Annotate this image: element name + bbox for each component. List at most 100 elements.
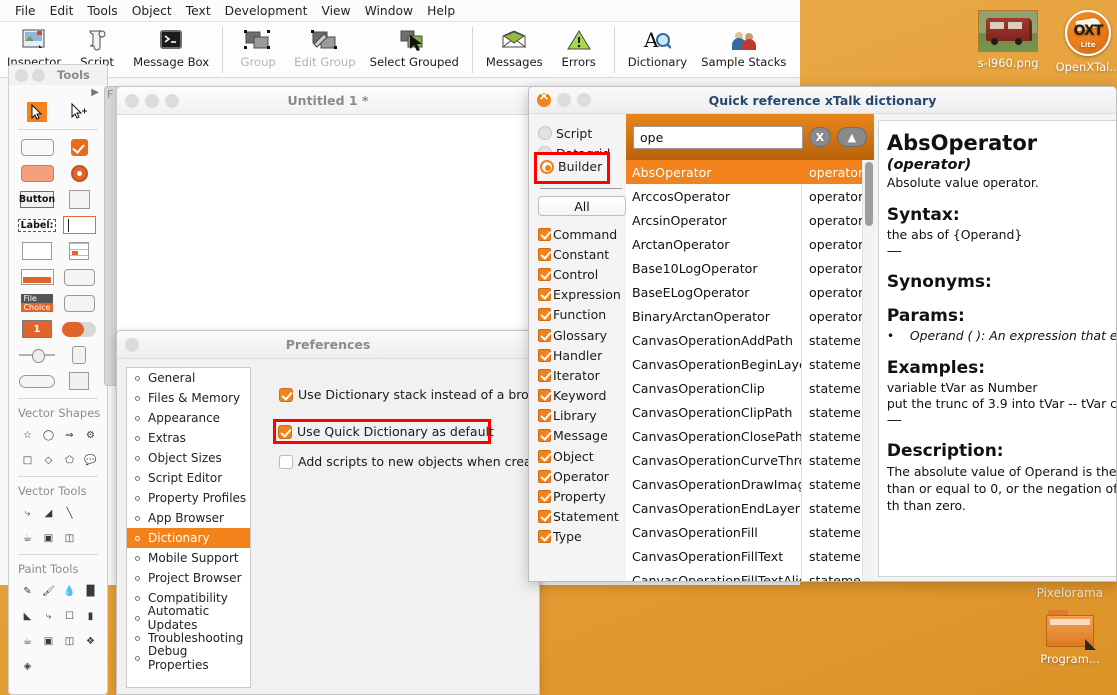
checkbox-icon[interactable] <box>538 490 551 504</box>
menu-item-development[interactable]: Development <box>218 0 315 22</box>
menu-item-tools[interactable]: Tools <box>80 0 124 22</box>
filter-property[interactable]: Property <box>538 486 626 506</box>
disclosure-triangle-icon[interactable]: ▶ <box>9 85 107 98</box>
result-row[interactable]: CanvasOperationClosePath statement <box>626 424 874 448</box>
window-button-minimize[interactable] <box>32 68 45 82</box>
results-scrollbar[interactable] <box>861 160 874 581</box>
window-button-close[interactable] <box>15 68 28 82</box>
tool-stepper[interactable] <box>60 266 98 288</box>
tool-shape-rectangle[interactable]: □ <box>17 450 38 470</box>
result-row[interactable]: ArccosOperator operator <box>626 184 874 208</box>
checkbox-icon[interactable] <box>538 409 551 423</box>
pref-item-automatic-updates[interactable]: Automatic Updates <box>127 604 250 632</box>
menu-item-help[interactable]: Help <box>420 0 462 22</box>
tool-paint-bucket[interactable]: 💧 <box>59 581 80 601</box>
toolbar-button-edit-group[interactable]: Edit Group <box>287 25 362 69</box>
tool-dither[interactable]: ❖ <box>80 631 101 651</box>
menu-item-window[interactable]: Window <box>358 0 421 22</box>
toolbar-button-errors[interactable]: Errors <box>550 25 608 69</box>
result-row[interactable]: CanvasOperationClip statement <box>626 376 874 400</box>
dictionary-results-list[interactable]: AbsOperator operator ArccosOperator operat… <box>626 160 874 581</box>
clear-search-button[interactable]: X <box>808 127 831 147</box>
pref-item-debug-properties[interactable]: Debug Properties <box>127 644 250 672</box>
tool-color-picker[interactable]: ◈ <box>17 656 38 676</box>
checkbox-icon[interactable] <box>538 348 551 362</box>
pref-item-script-editor[interactable]: Script Editor <box>127 468 250 488</box>
tool-paint-forward[interactable]: ☕ <box>17 631 38 651</box>
tool-layers[interactable]: ◫ <box>59 528 80 548</box>
pref-item-mobile-support[interactable]: Mobile Support <box>127 548 250 568</box>
checkbox-icon[interactable] <box>538 247 551 261</box>
menu-item-object[interactable]: Object <box>125 0 179 22</box>
pref-item-object-sizes[interactable]: Object Sizes <box>127 448 250 468</box>
checkbox-icon[interactable] <box>538 308 551 322</box>
tool-rectangle-button[interactable] <box>18 136 56 158</box>
tool-shape-diamond[interactable]: ◇ <box>38 450 59 470</box>
filter-glossary[interactable]: Glossary <box>538 325 626 345</box>
preferences-category-list[interactable]: General Files & Memory Appearance Extras… <box>126 367 252 688</box>
checkbox-icon[interactable] <box>538 368 551 382</box>
tool-rounded-button[interactable] <box>18 162 56 184</box>
tool-number-field[interactable]: 1 <box>18 318 56 340</box>
tool-paint-layers[interactable]: ◫ <box>59 631 80 651</box>
tool-shape-gear[interactable]: ⚙ <box>80 425 101 445</box>
toolbar-button-sample-stacks[interactable]: Sample Stacks <box>694 25 793 69</box>
result-row[interactable]: BaseELogOperator operator <box>626 280 874 304</box>
tool-scrolling-field[interactable] <box>18 240 56 262</box>
tool-paint-backward[interactable]: ▣ <box>38 631 59 651</box>
tool-text-field[interactable] <box>60 214 98 236</box>
filter-command[interactable]: Command <box>538 224 626 244</box>
checkbox-icon[interactable] <box>538 389 551 403</box>
checkbox-icon[interactable] <box>538 267 551 281</box>
tool-datagrid[interactable] <box>60 240 98 262</box>
checkbox-icon[interactable] <box>538 510 551 524</box>
pref-item-extras[interactable]: Extras <box>127 428 250 448</box>
tool-marquee-select[interactable]: ☐ <box>59 606 80 626</box>
collapse-search-button[interactable]: ▲ <box>836 127 867 147</box>
filter-iterator[interactable]: Iterator <box>538 365 626 385</box>
tool-label-field[interactable]: Label: <box>17 214 57 236</box>
checkbox-icon[interactable] <box>538 328 551 342</box>
checkbox-icon[interactable] <box>538 469 551 483</box>
tool-pen-curve[interactable]: ⤷ <box>17 503 38 523</box>
mode-radio-script[interactable]: Script <box>538 123 626 143</box>
window-button-minimize[interactable] <box>557 93 571 107</box>
tool-spray-can[interactable]: █ <box>80 581 101 601</box>
window-button-minimize[interactable] <box>145 93 159 108</box>
tool-card-object[interactable] <box>60 188 98 210</box>
desktop-icon-openxtalk[interactable]: OXT Lite OpenXTal... <box>1040 10 1117 74</box>
tool-pencil[interactable]: ✎ <box>17 581 38 601</box>
tool-eraser[interactable]: ▮ <box>80 606 101 626</box>
tool-polygon-fill[interactable]: ◣ <box>17 606 38 626</box>
pref-item-property-profiles[interactable]: Property Profiles <box>127 488 250 508</box>
window-button-close[interactable] <box>125 93 139 108</box>
tool-shape-arrow[interactable]: ⇒ <box>59 425 80 445</box>
checkbox-icon[interactable] <box>538 530 551 544</box>
tool-brush[interactable]: 🖌 <box>38 581 59 601</box>
result-row[interactable]: ArctanOperator operator <box>626 232 874 256</box>
pref-item-general[interactable]: General <box>127 368 250 388</box>
menu-item-edit[interactable]: Edit <box>43 0 81 22</box>
checkbox-icon[interactable] <box>538 429 551 443</box>
tool-split-pane[interactable] <box>60 292 98 314</box>
filter-message[interactable]: Message <box>538 426 626 446</box>
filter-object[interactable]: Object <box>538 446 626 466</box>
result-row[interactable]: CanvasOperationAddPath statement <box>626 328 874 352</box>
dictionary-titlebar[interactable]: Quick reference xTalk dictionary <box>529 87 1116 114</box>
tool-line[interactable]: ╲ <box>59 503 80 523</box>
result-row[interactable]: Base10LogOperator operator <box>626 256 874 280</box>
filter-handler[interactable]: Handler <box>538 345 626 365</box>
result-row[interactable]: CanvasOperationDrawImage statement <box>626 472 874 496</box>
tool-polygon-path[interactable]: ◢ <box>38 503 59 523</box>
result-row[interactable]: AbsOperator operator <box>626 160 874 184</box>
filter-expression[interactable]: Expression <box>538 285 626 305</box>
filter-type[interactable]: Type <box>538 527 626 547</box>
toolbar-button-script[interactable]: Script <box>68 25 126 69</box>
pref-item-files-memory[interactable]: Files & Memory <box>127 388 250 408</box>
tool-radio-button[interactable] <box>60 162 98 184</box>
tool-player[interactable] <box>18 370 56 392</box>
checkbox-icon[interactable] <box>538 288 551 302</box>
toolbar-button-dictionary[interactable]: A Dictionary <box>621 25 694 69</box>
result-row[interactable]: CanvasOperationCurveThrougstatement <box>626 448 874 472</box>
result-row[interactable]: ArcsinOperator operator <box>626 208 874 232</box>
